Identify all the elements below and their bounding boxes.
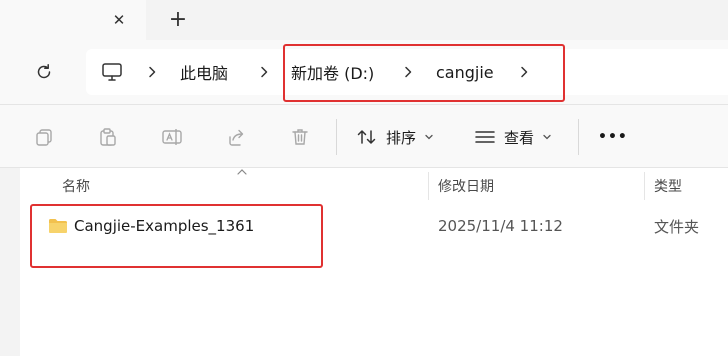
new-tab-button[interactable]: + [164, 7, 192, 33]
toolbar-divider [578, 119, 579, 155]
view-label: 查看 [504, 128, 535, 147]
paste-icon [100, 128, 116, 146]
column-header-type[interactable]: 类型 [654, 168, 682, 204]
active-tab[interactable]: ✕ [0, 0, 146, 40]
trash-icon [292, 129, 308, 145]
plus-icon: + [168, 7, 188, 32]
folder-highlight-box [30, 204, 323, 268]
sort-icon [357, 130, 376, 144]
path-highlight-box [283, 44, 565, 102]
share-button[interactable] [224, 125, 248, 149]
chevron-down-icon [425, 134, 433, 140]
chevron-down-icon [543, 134, 551, 140]
share-icon [229, 129, 244, 146]
navigation-pane-edge [0, 168, 20, 356]
view-icon [475, 131, 495, 143]
toolbar-divider [336, 119, 337, 155]
file-modified-date: 2025/11/4 11:12 [438, 217, 563, 235]
file-explorer-window: ✕ + 此电脑 新加卷 (D:) cangjie 排序 查看 ••• 名称 修改… [0, 0, 728, 356]
column-separator[interactable] [644, 172, 645, 200]
column-header-modified[interactable]: 修改日期 [438, 168, 494, 204]
copy-button[interactable] [32, 125, 56, 149]
paste-button[interactable] [96, 125, 120, 149]
file-type: 文件夹 [654, 217, 700, 236]
column-separator[interactable] [428, 172, 429, 200]
sort-ascending-indicator-icon [237, 169, 247, 175]
this-pc-icon[interactable] [100, 60, 124, 84]
close-tab-button[interactable]: ✕ [106, 7, 132, 33]
refresh-button[interactable] [28, 56, 60, 88]
command-bar: 排序 查看 ••• [0, 104, 728, 168]
rename-icon [162, 129, 182, 145]
breadcrumb-this-pc[interactable]: 此电脑 [180, 49, 228, 95]
delete-button[interactable] [288, 125, 312, 149]
chevron-right-icon[interactable] [144, 64, 160, 80]
file-list: 名称 修改日期 类型 Cangjie-Examples_1361 2025/11… [20, 168, 728, 356]
refresh-icon [37, 64, 51, 79]
more-icon: ••• [598, 129, 628, 145]
column-header-name[interactable]: 名称 [62, 168, 90, 204]
sort-button[interactable]: 排序 [356, 117, 434, 157]
view-button[interactable]: 查看 [474, 117, 552, 157]
chevron-right-icon[interactable] [256, 64, 272, 80]
copy-icon [36, 129, 52, 146]
more-options-button[interactable]: ••• [598, 117, 628, 157]
rename-button[interactable] [160, 125, 184, 149]
sort-label: 排序 [386, 128, 417, 147]
close-icon: ✕ [112, 11, 126, 29]
tab-strip: ✕ + [0, 0, 728, 40]
